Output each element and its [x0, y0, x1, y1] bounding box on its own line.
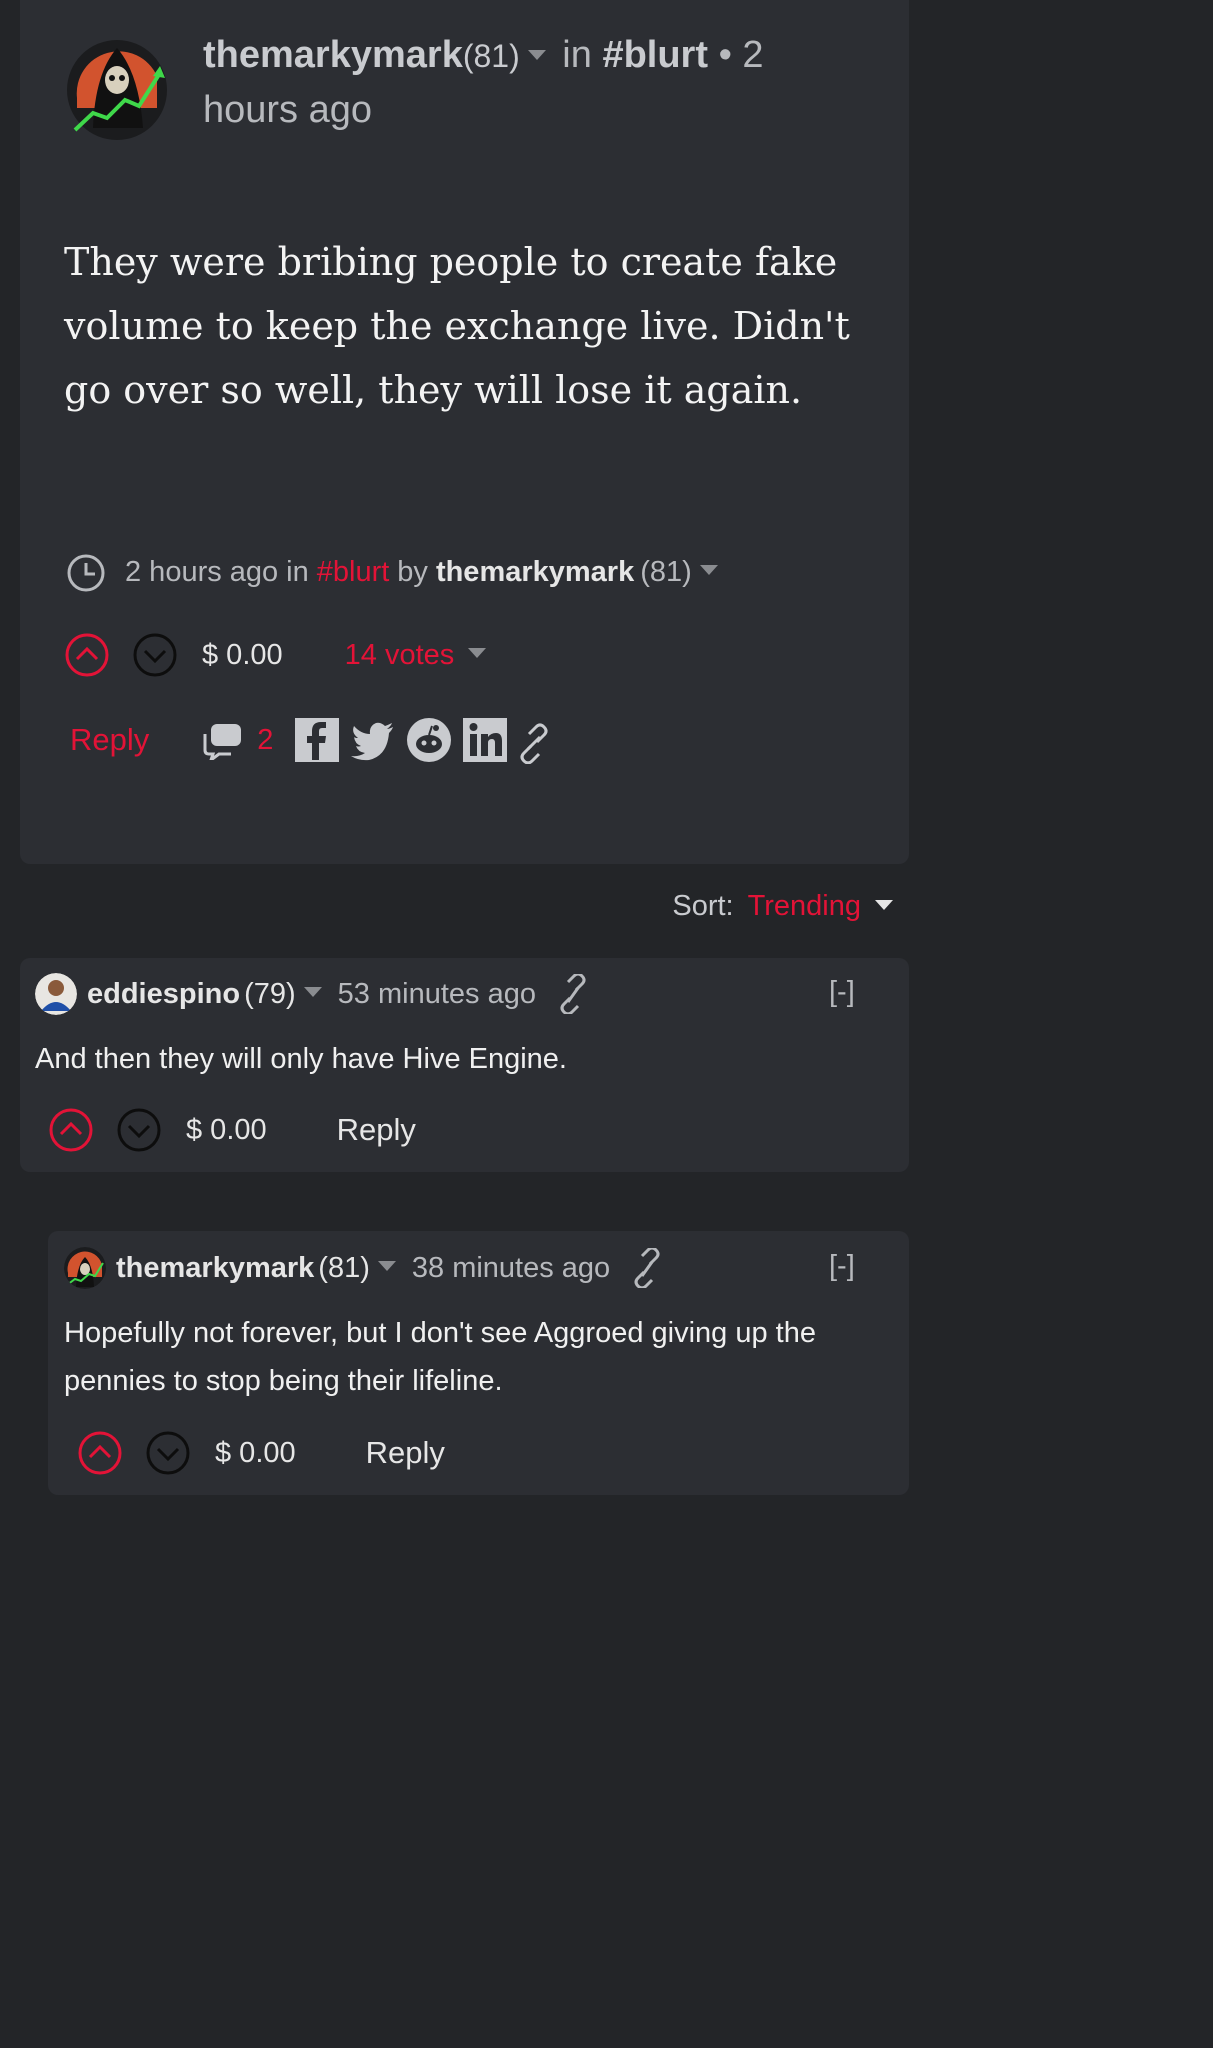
post-action-row: Reply 2 — [70, 712, 559, 768]
sort-value[interactable]: Trending — [748, 890, 861, 923]
comment-body: Hopefully not forever, but I don't see A… — [64, 1317, 816, 1397]
comment-reply-button[interactable]: Reply — [366, 1435, 445, 1471]
author-menu-caret-icon[interactable] — [527, 49, 546, 60]
sort-label: Sort: — [672, 890, 734, 922]
comment-payout[interactable]: $ 0.00 — [186, 1114, 267, 1147]
comment-count[interactable]: 2 — [257, 724, 273, 757]
downvote-icon[interactable] — [145, 1430, 191, 1476]
comment-link-icon[interactable] — [632, 1248, 662, 1288]
comment-author-caret-icon[interactable] — [377, 1261, 396, 1271]
post-reply-button[interactable]: Reply — [70, 722, 149, 758]
downvote-icon[interactable] — [116, 1107, 162, 1153]
meta-in-label: in — [286, 555, 309, 588]
post-tag-link[interactable]: #blurt — [602, 34, 708, 76]
meta-author-link[interactable]: themarkymark — [436, 556, 634, 589]
comment-header: eddiespino (79) 53 minutes ago — [35, 972, 588, 1016]
comment-vote-row: $ 0.00 Reply — [77, 1430, 445, 1476]
meta-time: 2 hours ago — [125, 555, 279, 588]
share-icons — [293, 716, 559, 764]
comment-time[interactable]: 38 minutes ago — [412, 1252, 610, 1285]
link-icon[interactable] — [517, 716, 551, 764]
comment-payout[interactable]: $ 0.00 — [215, 1437, 296, 1470]
comment-author-reputation: (79) — [244, 977, 296, 1010]
votes-caret-icon[interactable] — [468, 648, 487, 658]
post-votes-link[interactable]: 14 votes — [345, 639, 455, 672]
commenter-avatar[interactable] — [64, 1247, 106, 1289]
sort-control[interactable]: Sort: Trending — [672, 890, 899, 923]
post-payout[interactable]: $ 0.00 — [202, 639, 283, 672]
clock-icon — [67, 554, 105, 592]
post-time-suffix: hours ago — [203, 89, 373, 131]
comment-link-icon[interactable] — [558, 974, 588, 1014]
post-author-reputation: (81) — [462, 38, 520, 74]
comment-author-caret-icon[interactable] — [303, 987, 322, 997]
post-time-prefix: • 2 — [718, 34, 764, 76]
facebook-icon[interactable] — [293, 716, 341, 764]
meta-author-caret-icon[interactable] — [699, 565, 718, 575]
meta-by-label: by — [397, 555, 428, 588]
comment-author-reputation: (81) — [318, 1251, 370, 1284]
comment-collapse-toggle[interactable]: [-] — [829, 1250, 855, 1283]
comment-body: And then they will only have Hive Engine… — [35, 1043, 567, 1075]
comment-collapse-toggle[interactable]: [-] — [829, 976, 855, 1009]
upvote-icon[interactable] — [77, 1430, 123, 1476]
comment-time[interactable]: 53 minutes ago — [338, 978, 536, 1011]
meta-tag-link[interactable]: #blurt — [317, 556, 390, 589]
twitter-icon[interactable] — [349, 716, 397, 764]
downvote-icon[interactable] — [132, 632, 178, 678]
post-header: themarkymark(81) in #blurt • 2 hours ago — [203, 28, 843, 137]
post-body: They were bribing people to create fake … — [64, 240, 850, 412]
comment-reply-button[interactable]: Reply — [337, 1112, 416, 1148]
linkedin-icon[interactable] — [461, 716, 509, 764]
comments-icon[interactable] — [201, 720, 245, 760]
post-vote-row: $ 0.00 14 votes — [64, 632, 492, 678]
reddit-icon[interactable] — [405, 716, 453, 764]
upvote-icon[interactable] — [48, 1107, 94, 1153]
post-in-label: in — [562, 34, 592, 76]
comment-author-link[interactable]: themarkymark — [116, 1252, 314, 1285]
author-avatar[interactable] — [65, 18, 170, 143]
post-meta-line: 2 hours ago in #blurt by themarkymark (8… — [65, 550, 724, 594]
post-author-link[interactable]: themarkymark — [203, 34, 463, 76]
comment-header: themarkymark (81) 38 minutes ago — [64, 1246, 662, 1290]
commenter-avatar[interactable] — [35, 973, 77, 1015]
comment-author-link[interactable]: eddiespino — [87, 978, 240, 1011]
sort-caret-icon[interactable] — [875, 899, 893, 910]
upvote-icon[interactable] — [64, 632, 110, 678]
comment-vote-row: $ 0.00 Reply — [48, 1107, 416, 1153]
meta-author-reputation: (81) — [640, 555, 692, 588]
